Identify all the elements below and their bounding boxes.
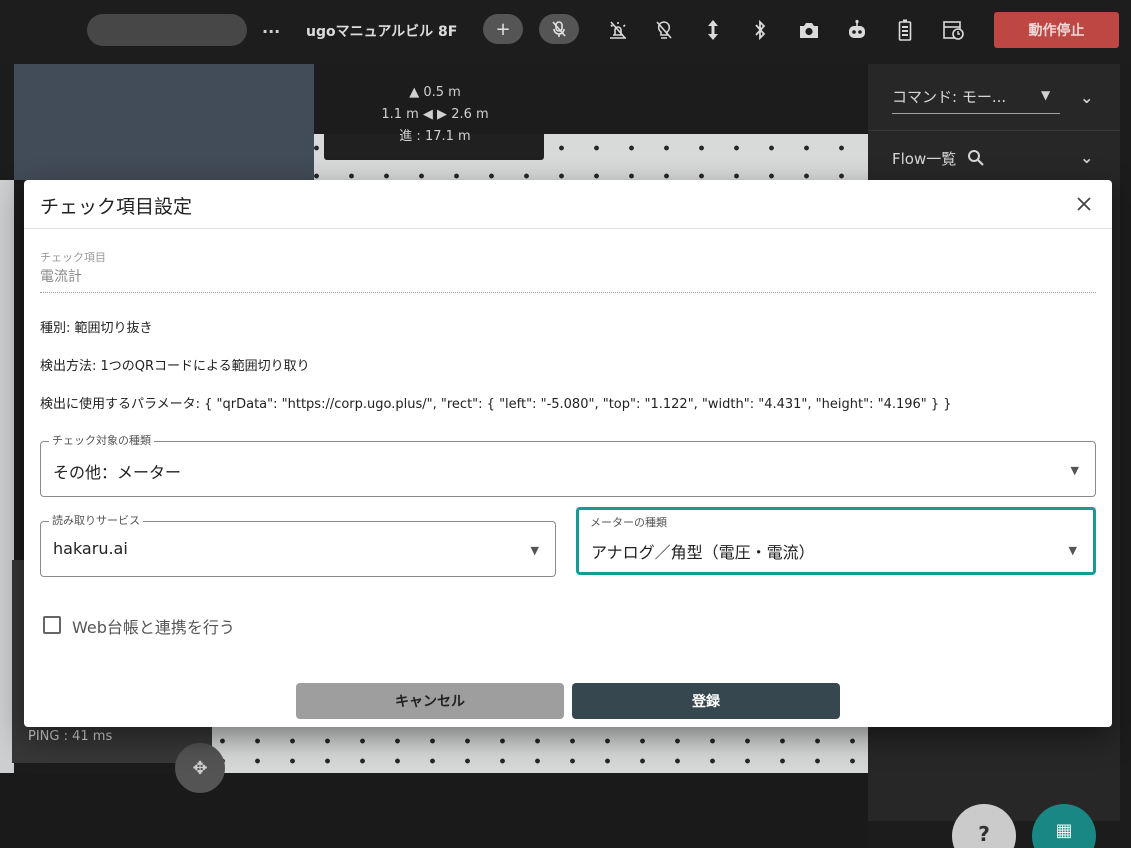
close-icon[interactable]	[1070, 190, 1098, 218]
dropdown-arrow-icon: ▼	[530, 544, 539, 557]
web-ledger-label[interactable]: Web台帳と連携を行う	[72, 614, 235, 638]
reading-service-label: 読み取りサービス	[49, 514, 143, 528]
meter-type-label: メーターの種類	[587, 516, 670, 530]
kind-text: 種別: 範囲切り抜き	[40, 321, 153, 336]
dropdown-arrow-icon: ▼	[1070, 464, 1079, 477]
check-item-label: チェック項目	[40, 251, 106, 264]
reading-service-value: hakaru.ai	[53, 539, 128, 558]
dialog-divider	[24, 228, 1112, 229]
target-type-label: チェック対象の種類	[49, 434, 154, 448]
dropdown-arrow-icon: ▼	[1068, 544, 1077, 557]
meter-type-select[interactable]: メーターの種類 アナログ／角型（電圧・電流） ▼	[576, 507, 1096, 575]
reading-service-select[interactable]: 読み取りサービス hakaru.ai ▼	[40, 514, 556, 577]
check-item-settings-dialog: チェック項目設定 チェック項目 電流計 種別: 範囲切り抜き 検出方法: 1つの…	[24, 180, 1112, 727]
target-type-value: その他：メーター	[53, 463, 182, 482]
submit-button[interactable]: 登録	[572, 683, 840, 719]
dialog-title: チェック項目設定	[40, 196, 193, 218]
check-item-value: 電流計	[40, 269, 82, 285]
cancel-button[interactable]: キャンセル	[296, 683, 564, 719]
target-type-select[interactable]: チェック対象の種類 その他：メーター ▼	[40, 434, 1096, 497]
check-item-underline	[40, 292, 1096, 293]
meter-type-value: アナログ／角型（電圧・電流）	[591, 543, 815, 562]
web-ledger-checkbox[interactable]	[43, 616, 61, 634]
detection-params-text: 検出に使用するパラメータ: { "qrData": "https://corp.…	[40, 397, 952, 412]
detection-method-text: 検出方法: 1つのQRコードによる範囲切り取り	[40, 359, 310, 374]
